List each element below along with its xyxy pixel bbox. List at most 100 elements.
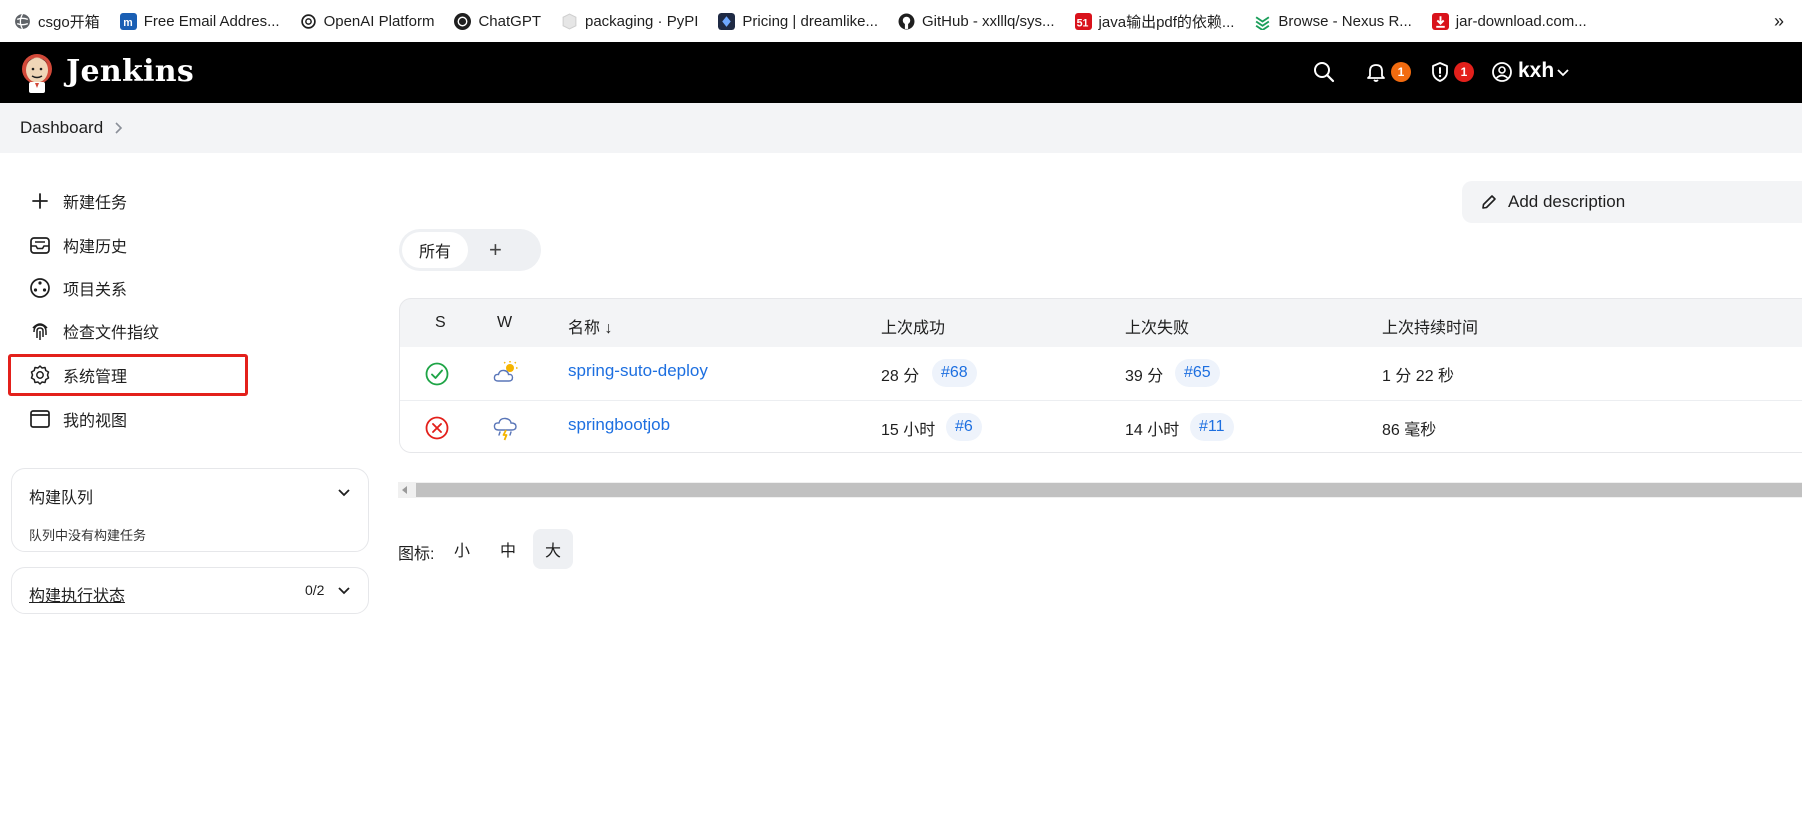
failed-status-icon — [425, 416, 449, 440]
view-tabs: 所有 + — [399, 229, 541, 271]
build-queue-panel: 构建队列 队列中没有构建任务 — [11, 468, 369, 552]
relations-icon — [30, 278, 50, 298]
sidebar-item-label: 构建历史 — [63, 239, 128, 256]
scrollbar-thumb[interactable] — [416, 483, 1802, 497]
partly-sunny-icon — [493, 361, 518, 382]
column-last-duration[interactable]: 上次持续时间 — [1382, 314, 1478, 338]
sidebar-item-my-views[interactable]: 我的视图 — [22, 399, 127, 439]
pypi-icon — [562, 12, 577, 30]
sidebar-item-build-history[interactable]: 构建历史 — [22, 225, 127, 265]
bell-icon[interactable] — [1365, 61, 1387, 83]
breadcrumb-dashboard[interactable]: Dashboard — [20, 118, 103, 138]
job-link[interactable]: spring-suto-deploy — [568, 361, 708, 381]
icon-size-large-button[interactable]: 大 — [533, 529, 573, 569]
user-icon[interactable] — [1491, 61, 1513, 83]
last-success-time: 15 小时 — [881, 422, 936, 439]
build-queue-empty-text: 队列中没有构建任务 — [29, 528, 147, 543]
sidebar-item-new-job[interactable]: 新建任务 — [22, 181, 127, 221]
sidebar-item-label: 我的视图 — [63, 413, 128, 430]
nexus-icon — [1256, 15, 1270, 30]
highlight-box — [8, 354, 248, 396]
inbox-icon — [30, 237, 50, 254]
last-failure-build-link[interactable]: #11 — [1190, 413, 1234, 441]
icon-size-medium-button[interactable]: 中 — [488, 529, 528, 569]
bookmark-jar-download[interactable]: jar-download.com... — [1431, 0, 1587, 42]
executor-count: 0/2 — [305, 582, 325, 598]
bookmark-github[interactable]: GitHub - xxlllq/sys... — [898, 0, 1055, 42]
chevron-down-icon[interactable] — [337, 488, 351, 498]
bookmark-nexus[interactable]: Browse - Nexus R... — [1254, 0, 1412, 42]
jenkins-logo-icon[interactable] — [20, 50, 56, 94]
svg-text:m: m — [123, 16, 132, 28]
job-link[interactable]: springbootjob — [568, 415, 670, 435]
m-logo-icon: m — [119, 12, 137, 30]
search-icon[interactable] — [1313, 61, 1335, 83]
chevron-right-icon[interactable] — [112, 120, 126, 136]
column-last-failure[interactable]: 上次失败 — [1125, 314, 1189, 338]
last-failure-build-link[interactable]: #65 — [1175, 359, 1220, 387]
scroll-left-arrow[interactable] — [402, 486, 407, 494]
bookmark-label: Free Email Addres... — [143, 12, 280, 30]
pencil-icon — [1482, 195, 1496, 209]
add-description-button[interactable]: Add description — [1462, 181, 1802, 223]
bookmark-openai-platform[interactable]: OpenAI Platform — [300, 0, 435, 42]
shield-icon[interactable] — [1429, 61, 1451, 83]
sidebar-item-project-relations[interactable]: 项目关系 — [22, 268, 127, 308]
bookmark-label: GitHub - xxlllq/sys... — [922, 12, 1055, 30]
bookmark-label: OpenAI Platform — [323, 12, 435, 30]
build-queue-title[interactable]: 构建队列 — [29, 484, 93, 508]
security-badge: 1 — [1454, 62, 1474, 82]
bookmarks-overflow-button[interactable]: » — [1774, 0, 1784, 42]
openai-icon — [300, 13, 316, 29]
bookmark-51cto[interactable]: 51 java输出pdf的依赖... — [1074, 0, 1235, 42]
bookmark-dreamlike[interactable]: Pricing | dreamlike... — [718, 0, 878, 42]
table-row: spring-suto-deploy 28 分 #68 39 分 #65 1 分… — [400, 347, 1802, 400]
jobs-table: S W 名称 ↓ 上次成功 上次失败 上次持续时间 spring-suto-de… — [399, 298, 1802, 453]
jar-download-icon — [1431, 12, 1449, 30]
sidebar-item-label: 项目关系 — [63, 282, 128, 299]
bookmark-chatgpt[interactable]: ChatGPT — [454, 0, 541, 42]
jenkins-header: Jenkins 1 1 kxh — [0, 42, 1802, 103]
column-name[interactable]: 名称 ↓ — [568, 314, 612, 338]
chevron-down-icon[interactable] — [337, 586, 351, 596]
sidebar-item-label: 检查文件指纹 — [63, 325, 160, 342]
column-status[interactable]: S — [435, 314, 446, 332]
user-menu-button[interactable]: kxh — [1518, 59, 1554, 83]
last-success-time: 28 分 — [881, 368, 920, 385]
add-view-button[interactable]: + — [489, 237, 502, 263]
column-weather[interactable]: W — [497, 314, 512, 332]
thunderstorm-icon — [493, 417, 517, 441]
plus-icon — [32, 193, 48, 209]
add-description-label: Add description — [1508, 192, 1626, 211]
build-executor-title[interactable]: 构建执行状态 — [29, 582, 125, 606]
window-icon — [30, 410, 50, 428]
bookmark-pypi[interactable]: packaging · PyPI — [561, 0, 698, 42]
table-header: S W 名称 ↓ 上次成功 上次失败 上次持续时间 — [400, 299, 1802, 347]
dreamlike-icon — [718, 12, 736, 30]
last-duration: 86 毫秒 — [1382, 422, 1437, 439]
bookmark-label: Pricing | dreamlike... — [742, 12, 879, 30]
last-duration: 1 分 22 秒 — [1382, 368, 1455, 385]
jenkins-brand[interactable]: Jenkins — [66, 54, 194, 89]
last-success-build-link[interactable]: #6 — [946, 413, 982, 441]
tab-all[interactable]: 所有 — [402, 232, 468, 268]
sidebar-item-fingerprint[interactable]: 检查文件指纹 — [22, 311, 159, 351]
bookmark-free-email[interactable]: m Free Email Addres... — [119, 0, 280, 42]
bookmark-csgo[interactable]: csgo开箱 — [14, 0, 100, 42]
bookmark-label: java输出pdf的依赖... — [1098, 13, 1235, 31]
column-last-success[interactable]: 上次成功 — [881, 314, 945, 338]
last-failure-time: 39 分 — [1125, 368, 1164, 385]
bookmarks-bar: csgo开箱 m Free Email Addres... OpenAI Pla… — [0, 0, 1802, 42]
last-success-build-link[interactable]: #68 — [932, 359, 977, 387]
chevron-down-icon[interactable] — [1557, 69, 1569, 77]
icon-size-small-button[interactable]: 小 — [442, 529, 482, 569]
build-executor-panel: 构建执行状态 0/2 — [11, 567, 369, 614]
chatgpt-icon — [454, 12, 472, 30]
svg-text:51: 51 — [1076, 17, 1088, 29]
bookmark-label: csgo开箱 — [38, 13, 100, 31]
horizontal-scrollbar[interactable] — [398, 482, 1802, 498]
sidebar-item-label: 新建任务 — [63, 195, 128, 212]
success-status-icon — [425, 362, 449, 386]
globe-icon — [15, 13, 30, 29]
51cto-icon: 51 — [1074, 12, 1092, 30]
